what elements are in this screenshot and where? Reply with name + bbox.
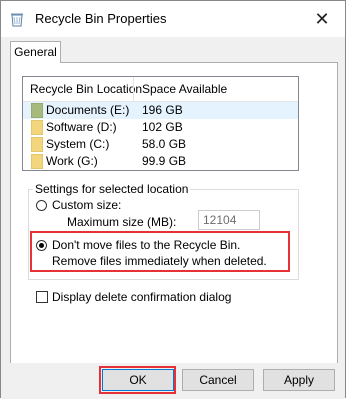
list-item[interactable]: Work (G:) 99.9 GB [23, 153, 298, 170]
list-item[interactable]: Documents (E:) 196 GB [23, 102, 298, 119]
folder-icon [30, 136, 44, 153]
folder-icon [30, 102, 44, 119]
delete-confirmation-label[interactable]: Display delete confirmation dialog [52, 290, 231, 304]
location-space: 102 GB [142, 120, 183, 134]
max-size-input[interactable] [198, 210, 260, 230]
location-space: 196 GB [142, 103, 183, 117]
settings-group-label: Settings for selected location [33, 182, 191, 196]
dont-move-radio[interactable] [36, 240, 47, 251]
close-icon[interactable]: ✕ [309, 6, 335, 32]
ok-button[interactable]: OK [102, 369, 174, 391]
apply-button[interactable]: Apply [263, 369, 335, 391]
column-divider[interactable] [133, 77, 134, 101]
location-name: Documents (E:) [46, 103, 130, 117]
tab-general[interactable]: General [10, 41, 61, 63]
location-space: 58.0 GB [142, 137, 187, 151]
custom-size-radio[interactable] [36, 200, 47, 211]
list-item[interactable]: Software (D:) 102 GB [23, 119, 298, 136]
dont-move-label[interactable]: Don't move files to the Recycle Bin. Rem… [52, 237, 288, 269]
folder-icon [30, 153, 44, 170]
custom-size-label[interactable]: Custom size: [52, 198, 121, 212]
column-header-space[interactable]: Space Available [142, 82, 227, 96]
list-item[interactable]: System (C:) 58.0 GB [23, 136, 298, 153]
list-header: Recycle Bin Location Space Available [23, 77, 298, 102]
location-space: 99.9 GB [142, 154, 187, 168]
recycle-bin-icon [9, 11, 25, 27]
recycle-bin-location-list[interactable]: Recycle Bin Location Space Available Doc… [22, 76, 299, 171]
recycle-bin-properties-window: Recycle Bin Properties ✕ General Recycle… [0, 0, 346, 399]
cancel-button[interactable]: Cancel [182, 369, 254, 391]
title-bar: Recycle Bin Properties ✕ [1, 1, 345, 37]
max-size-label: Maximum size (MB): [67, 215, 177, 229]
folder-icon [30, 119, 44, 136]
location-name: System (C:) [46, 137, 110, 151]
delete-confirmation-checkbox[interactable] [36, 291, 48, 303]
location-name: Work (G:) [46, 154, 98, 168]
dialog-footer: OK Cancel Apply [1, 363, 345, 399]
location-name: Software (D:) [46, 120, 117, 134]
window-title: Recycle Bin Properties [35, 11, 167, 26]
column-header-location[interactable]: Recycle Bin Location [30, 82, 142, 96]
